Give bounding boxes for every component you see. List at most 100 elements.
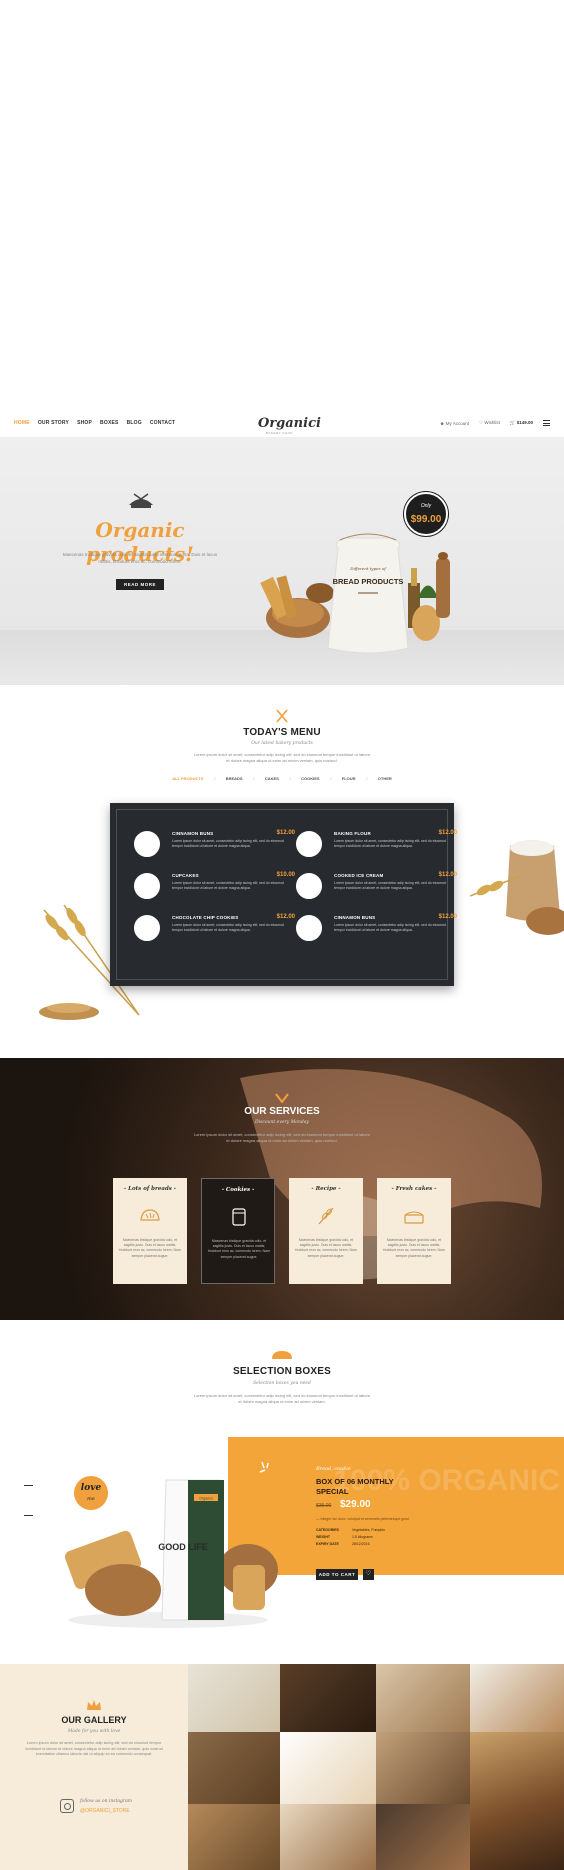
filter-separator: // <box>213 776 216 781</box>
menu-item-desc: Lorem ipsum dolor sit amet, consectetur … <box>334 923 446 933</box>
my-account-link[interactable]: ☻ My Account <box>440 421 469 426</box>
bread-loaf-icon <box>272 1351 292 1359</box>
filter-all-products[interactable]: ALL PRODUCTS <box>172 776 203 781</box>
spec-value: 28/12/2016 <box>352 1542 370 1546</box>
gallery-tile-pastry[interactable] <box>470 1664 564 1732</box>
menu-item-photo <box>296 915 322 941</box>
bakery-emblem-icon <box>129 493 153 508</box>
hero-banner: Organic products! Maecenas tristique gra… <box>0 438 564 685</box>
bread-icon <box>140 1209 160 1221</box>
gallery-tile-donuts[interactable] <box>280 1732 376 1804</box>
cart-total: $149.00 <box>516 420 533 425</box>
gallery-tile-muffins[interactable] <box>188 1804 280 1870</box>
menu-board: CINNAMON BUNS $12.00 Lorem ipsum dolor s… <box>110 803 457 986</box>
instagram-handle[interactable]: @ORGANICI_STORE <box>80 1808 130 1814</box>
spec-key: EXPIRY DATE <box>316 1542 339 1546</box>
menu-item-name: COOKED ICE CREAM <box>334 873 384 878</box>
menu-item-photo <box>296 831 322 857</box>
service-card-desc: Maecenas tristique gravida odio, et sagi… <box>119 1238 181 1258</box>
gallery-tile-cupcakes[interactable] <box>188 1664 280 1732</box>
selection-subtitle: Selection boxes you need <box>253 1381 311 1386</box>
menu-title: TODAY'S MENU <box>243 727 321 738</box>
add-to-cart-button[interactable]: ADD TO CART <box>316 1569 358 1580</box>
cart-link[interactable]: 🛒 $149.00 <box>510 420 533 426</box>
gallery-text: Lorem ipsum dolor sit amet, consectetur … <box>25 1741 163 1757</box>
nav-blog[interactable]: BLOG <box>127 420 142 426</box>
price-badge: Only $99.00 <box>404 492 448 536</box>
gallery-tile-baguette[interactable] <box>376 1664 470 1732</box>
gallery-tile-bread-slices[interactable] <box>376 1732 470 1804</box>
wishlist-heart-button[interactable]: ♡ <box>363 1569 374 1580</box>
gallery-tile-jar[interactable] <box>280 1664 376 1732</box>
filter-cookies[interactable]: COOKIES <box>301 776 319 781</box>
menu-item-desc: Lorem ipsum dolor sit amet, consectetur … <box>172 839 284 849</box>
gallery-tile-rolls[interactable] <box>188 1732 280 1804</box>
services-subtitle: Discount every Monday <box>255 1120 309 1125</box>
service-card-title: - Recipe - <box>311 1186 341 1192</box>
service-card-desc: Maecenas tristique gravida odio, et sagi… <box>295 1238 357 1258</box>
service-card[interactable]: - Recipe - Maecenas tristique gravida od… <box>289 1178 363 1284</box>
menu-item-desc: Lorem ipsum dolor sit amet, consectetur … <box>172 881 284 891</box>
nav-home[interactable]: HOME <box>14 420 30 426</box>
menu-item-name: CINNAMON BUNS <box>334 915 376 920</box>
fork-knife-icon <box>276 709 288 723</box>
promo-category: Bread, cookie <box>316 1466 351 1472</box>
menu-item-price: $10.00 <box>276 872 295 878</box>
promo-old-price: $35.00 <box>316 1503 332 1509</box>
service-card-desc: Maecenas tristique gravida odio, et sagi… <box>208 1239 270 1259</box>
filter-breads[interactable]: BREADS <box>226 776 243 781</box>
menu-item-name: CUPCAKES <box>172 873 199 878</box>
sparkle-icon <box>259 1461 269 1473</box>
slider-prev-indicator[interactable] <box>24 1485 33 1486</box>
bag-top-text: Different types of <box>349 566 387 571</box>
nav-boxes[interactable]: BOXES <box>100 420 119 426</box>
box-slogan-text: GOOD LIFE <box>158 1542 208 1552</box>
services-title: OUR SERVICES <box>244 1106 320 1117</box>
main-nav: HOME OUR STORY SHOP BOXES BLOG CONTACT <box>14 420 175 426</box>
service-card[interactable]: - Fresh cakes - Maecenas tristique gravi… <box>377 1178 451 1284</box>
slider-next-indicator[interactable] <box>24 1515 33 1516</box>
love-me-badge: love me <box>74 1476 108 1510</box>
nav-our-story[interactable]: OUR STORY <box>38 420 69 426</box>
menu-item-photo <box>134 831 160 857</box>
price-badge-value: $99.00 <box>410 514 442 525</box>
service-card[interactable]: - Cookies - Maecenas tristique gravida o… <box>201 1178 275 1284</box>
read-more-button[interactable]: READ MORE <box>116 579 164 590</box>
wishlist-link[interactable]: ♡ Wishlist <box>479 420 500 426</box>
menu-item[interactable]: COOKED ICE CREAM $12.00 Lorem ipsum dolo… <box>296 871 461 911</box>
menu-item[interactable]: CHOCOLATE CHIP COOKIES $12.00 Lorem ipsu… <box>134 913 299 953</box>
gallery-title: OUR GALLERY <box>61 1715 127 1725</box>
menu-item[interactable]: CINNAMON BUNS $12.00 Lorem ipsum dolor s… <box>296 913 461 953</box>
menu-item[interactable]: BAKING FLOUR $12.00 Lorem ipsum dolor si… <box>296 829 461 869</box>
gallery-tile-loaves[interactable] <box>280 1804 376 1870</box>
love-badge-sub: me <box>87 1496 95 1502</box>
gallery-tile-round-bread[interactable] <box>376 1804 470 1870</box>
instagram-icon[interactable] <box>60 1799 74 1813</box>
box-brand-label: Organici <box>199 1497 213 1501</box>
menu-item[interactable]: CUPCAKES $10.00 Lorem ipsum dolor sit am… <box>134 871 299 911</box>
filter-cakes[interactable]: CAKES <box>265 776 279 781</box>
menu-item[interactable]: CINNAMON BUNS $12.00 Lorem ipsum dolor s… <box>134 829 299 869</box>
filter-flour[interactable]: FLOUR <box>342 776 356 781</box>
menu-item-desc: Lorem ipsum dolor sit amet, consectetur … <box>334 881 446 891</box>
hero-text: Maecenas tristique gravida odio, et sagi… <box>62 552 218 564</box>
service-card-desc: Maecenas tristique gravida odio, et sagi… <box>383 1238 445 1258</box>
gallery-tile-shop[interactable] <box>470 1732 564 1870</box>
filter-separator: // <box>365 776 368 781</box>
logo-tagline: BAKERY SHOP <box>266 431 293 435</box>
price-badge-only: Only <box>420 503 432 509</box>
nav-contact[interactable]: CONTACT <box>150 420 175 426</box>
menu-item-price: $12.00 <box>276 830 295 836</box>
cake-icon <box>404 1211 424 1224</box>
filter-other[interactable]: OTHER <box>378 776 392 781</box>
wheat-recipe-icon <box>318 1207 334 1225</box>
promo-price: $29.00 <box>340 1499 371 1510</box>
site-logo[interactable]: Organici <box>258 416 321 431</box>
nav-shop[interactable]: SHOP <box>77 420 92 426</box>
service-card[interactable]: - Lots of breads - Maecenas tristique gr… <box>113 1178 187 1284</box>
hamburger-menu-icon[interactable] <box>543 420 550 426</box>
filter-separator: // <box>252 776 255 781</box>
spec-value: 1.5 kilograms <box>352 1535 373 1539</box>
header-actions: ☻ My Account ♡ Wishlist 🛒 $149.00 <box>440 420 550 426</box>
spec-value: Vegetables, Pumpkin <box>352 1528 385 1532</box>
